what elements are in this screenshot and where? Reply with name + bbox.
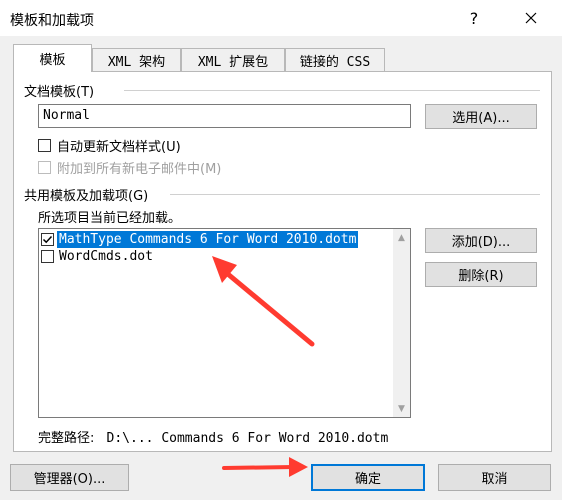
section-divider (124, 90, 540, 91)
organizer-button[interactable]: 管理器(O)... (10, 464, 129, 491)
tab-label: 模板 (39, 53, 66, 68)
ok-button[interactable]: 确定 (311, 464, 425, 491)
item-checkbox[interactable] (41, 250, 54, 263)
add-template-button[interactable]: 添加(D)... (425, 228, 537, 253)
select-template-label: 选用(A)... (452, 111, 510, 126)
select-template-button[interactable]: 选用(A)... (425, 104, 537, 129)
item-label: MathType Commands 6 For Word 2010.dotm (57, 231, 359, 248)
attach-email-option: 附加到所有新电子邮件中(M) (38, 158, 221, 177)
tab-template[interactable]: 模板 (13, 44, 92, 72)
remove-template-label: 删除(R) (458, 269, 504, 284)
tab-xml-expansion-pack[interactable]: XML 扩展包 (181, 48, 285, 72)
global-templates-label: 共用模板及加载项(G) (24, 189, 149, 204)
close-button[interactable] (505, 0, 557, 36)
list-item[interactable]: WordCmds.dot (41, 248, 155, 265)
attach-email-checkbox (38, 161, 51, 174)
help-button[interactable]: ? (448, 0, 500, 36)
add-template-label: 添加(D)... (451, 235, 511, 250)
tab-label: XML 架构 (107, 55, 166, 70)
document-template-input[interactable]: Normal (38, 104, 411, 128)
full-path-value: D:\... Commands 6 For Word 2010.dotm (106, 431, 389, 446)
full-path-label: 完整路径: (38, 431, 95, 446)
tab-xml-schema[interactable]: XML 架构 (92, 48, 181, 72)
list-item[interactable]: MathType Commands 6 For Word 2010.dotm (41, 231, 359, 248)
templates-listbox[interactable]: MathType Commands 6 For Word 2010.dotm W… (38, 228, 411, 418)
listbox-scrollbar[interactable]: ▲ ▼ (393, 229, 410, 417)
auto-update-label: 自动更新文档样式(U) (57, 140, 181, 155)
cancel-button[interactable]: 取消 (438, 464, 551, 491)
scroll-down-icon[interactable]: ▼ (393, 400, 410, 417)
title-bar: 模板和加载项 ? (0, 0, 562, 36)
cancel-label: 取消 (481, 472, 508, 487)
attach-email-label: 附加到所有新电子邮件中(M) (57, 162, 222, 177)
checkmark-icon (42, 235, 53, 244)
full-path-row: 完整路径: D:\... Commands 6 For Word 2010.do… (38, 427, 388, 446)
remove-template-button[interactable]: 删除(R) (425, 262, 537, 287)
auto-update-option[interactable]: 自动更新文档样式(U) (38, 136, 181, 155)
item-label: WordCmds.dot (59, 249, 153, 264)
window-title: 模板和加载项 (10, 13, 94, 29)
organizer-label: 管理器(O)... (33, 472, 106, 487)
section-divider (170, 194, 540, 195)
annotation-arrow-ok (222, 457, 308, 477)
auto-update-checkbox[interactable] (38, 139, 51, 152)
tab-label: XML 扩展包 (197, 55, 269, 70)
close-icon (525, 12, 537, 24)
help-icon: ? (469, 8, 479, 28)
loaded-hint: 所选项目当前已经加载。 (38, 211, 182, 226)
ok-label: 确定 (354, 472, 381, 487)
tab-linked-css[interactable]: 链接的 CSS (285, 48, 385, 72)
item-checkbox[interactable] (41, 233, 54, 246)
tab-label: 链接的 CSS (299, 55, 371, 70)
scroll-up-icon[interactable]: ▲ (393, 229, 410, 246)
document-template-label: 文档模板(T) (24, 85, 95, 100)
